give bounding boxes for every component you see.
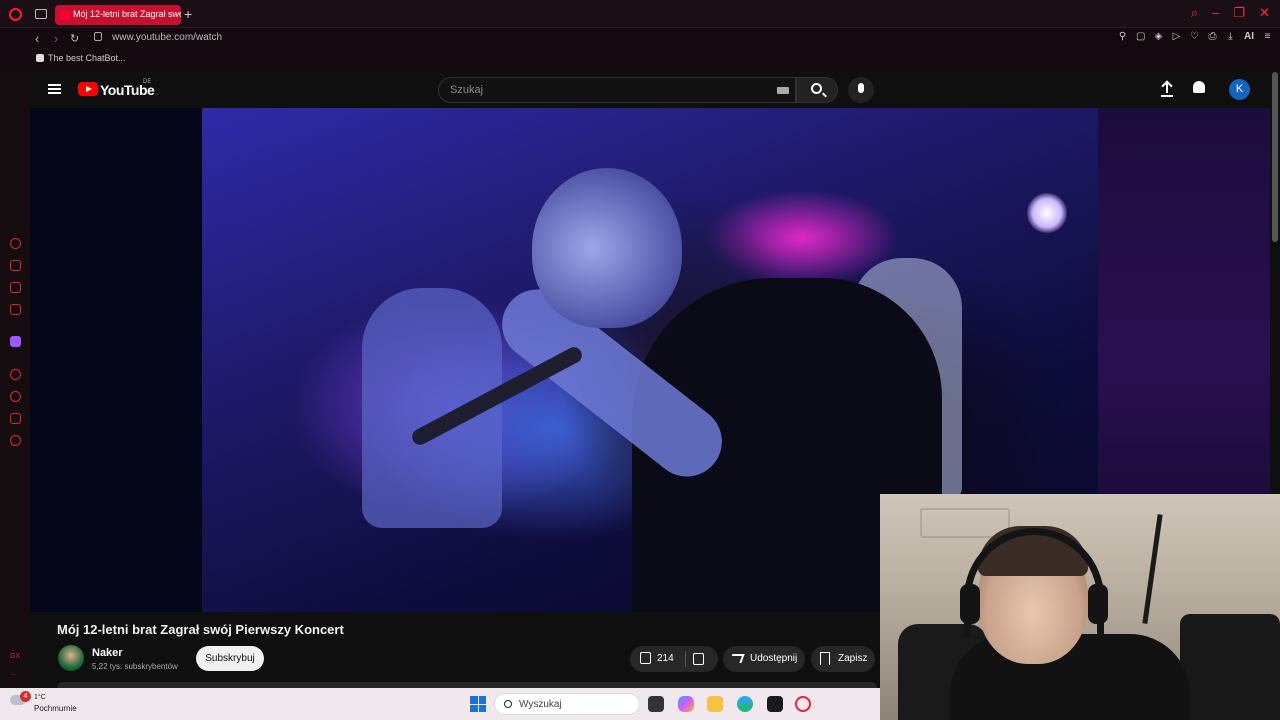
maximize-icon[interactable]: ❐	[1233, 5, 1245, 21]
notification-badge: 4	[20, 691, 31, 702]
opera-sidebar: GX ...	[0, 68, 30, 688]
webcam-mic-arm	[1142, 514, 1163, 624]
play-circle-icon[interactable]	[10, 369, 21, 380]
keyboard-icon[interactable]	[777, 87, 789, 94]
country-code: DE	[143, 79, 152, 85]
bookmark-label: The best ChatBot...	[48, 53, 126, 63]
back-icon[interactable]: ‹	[35, 31, 39, 46]
save-label: Zapisz	[838, 653, 868, 664]
url-field[interactable]: www.youtube.com/watch	[112, 32, 222, 43]
new-tab-button[interactable]: +	[184, 6, 192, 22]
tab-title: Mój 12-letni brat Zagrał swój Pierwszy K…	[73, 9, 181, 19]
video-title: Mój 12-letni brat Zagrał swój Pierwszy K…	[57, 622, 344, 637]
divider	[685, 651, 686, 667]
settings-icon[interactable]	[10, 435, 21, 446]
subscribe-button[interactable]: Subskrybuj	[196, 646, 264, 671]
copilot-icon[interactable]	[678, 696, 694, 712]
shield-icon[interactable]: ◈	[1154, 31, 1163, 42]
webcam-chair	[1180, 614, 1280, 720]
bookmark-icon[interactable]: ▢	[1136, 31, 1145, 42]
heart-icon[interactable]: ♡	[1190, 31, 1199, 42]
weather-description[interactable]: Pochmurnie	[34, 704, 77, 713]
sidebar-more-icon[interactable]: ...	[10, 670, 16, 677]
address-bar: ‹ › ↻ www.youtube.com/watch ⚲ ▢ ◈ ▷ ♡ ⎙ …	[0, 28, 1280, 50]
bag-icon[interactable]	[10, 260, 21, 271]
youtube-logo-icon[interactable]	[78, 82, 98, 96]
chatbot-icon	[36, 54, 44, 62]
share-label: Udostępnij	[750, 653, 798, 664]
pin-icon[interactable]: ⚲	[1118, 31, 1127, 42]
browser-tab-bar: Mój 12-letni brat Zagrał swój Pierwszy K…	[0, 0, 1280, 28]
bookmark-chatbot[interactable]: The best ChatBot...	[36, 53, 126, 63]
tab-islands-icon[interactable]	[35, 9, 47, 19]
like-icon[interactable]	[640, 652, 651, 664]
toolbar-icons: ⚲ ▢ ◈ ▷ ♡ ⎙ ⤓ AI ≡	[1118, 31, 1272, 42]
file-explorer-icon[interactable]	[707, 696, 723, 712]
opera-logo-icon[interactable]	[9, 8, 22, 21]
search-icon	[504, 700, 512, 708]
search-button[interactable]	[796, 77, 838, 103]
browser-tab-active[interactable]: Mój 12-letni brat Zagrał swój Pierwszy K…	[55, 5, 181, 25]
search-icon	[811, 83, 822, 94]
bookmark-save-icon	[820, 652, 830, 665]
headset-earcup	[1088, 584, 1108, 624]
gx-label[interactable]: GX	[10, 653, 20, 660]
menu-icon[interactable]: ≡	[1263, 31, 1272, 42]
dislike-icon[interactable]	[693, 653, 704, 665]
snapshot-icon[interactable]: ⎙	[1208, 31, 1217, 42]
video-scene-head	[532, 168, 682, 328]
page-scrollbar[interactable]	[1272, 72, 1278, 242]
aria-ai-button[interactable]: AI	[1244, 31, 1254, 42]
account-avatar[interactable]: K	[1229, 79, 1250, 100]
aria-icon[interactable]	[10, 238, 21, 249]
bookmarks-bar: The best ChatBot...	[0, 50, 1280, 68]
task-view-icon[interactable]	[648, 696, 664, 712]
save-button[interactable]: Zapisz	[811, 646, 875, 672]
channel-name[interactable]: Naker	[92, 647, 123, 659]
twitch-icon[interactable]	[10, 336, 21, 347]
close-icon[interactable]: ✕	[1259, 5, 1270, 21]
opera-gx-taskbar-icon[interactable]	[795, 696, 811, 712]
taskbar-search-placeholder: Wyszukaj	[519, 699, 562, 710]
lock-icon	[94, 32, 102, 41]
taskbar-search-input[interactable]: Wyszukaj	[494, 693, 640, 715]
create-upload-icon[interactable]	[1160, 81, 1174, 97]
share-button[interactable]: Udostępnij	[723, 646, 805, 672]
play-icon[interactable]: ▷	[1172, 31, 1181, 42]
news-icon[interactable]	[10, 304, 21, 315]
channel-avatar[interactable]	[58, 645, 84, 671]
like-dislike-group: 214	[630, 646, 718, 672]
webcam-overlay	[880, 494, 1280, 720]
windows-start-icon[interactable]	[470, 696, 486, 712]
like-count[interactable]: 214	[657, 653, 674, 664]
subscriber-count: 5,22 tys. subskrybentów	[92, 662, 178, 671]
youtube-header: YouTube DE Szukaj K	[30, 68, 1270, 110]
android-app-icon[interactable]	[767, 696, 783, 712]
edge-browser-icon[interactable]	[737, 696, 753, 712]
notifications-bell-icon[interactable]	[1193, 81, 1205, 93]
share-icon	[729, 654, 745, 663]
weather-temperature[interactable]: 1°C	[34, 694, 46, 701]
search-placeholder: Szukaj	[450, 84, 484, 96]
reload-icon[interactable]: ↻	[70, 32, 79, 45]
download-icon[interactable]: ⤓	[1226, 31, 1235, 42]
history-icon[interactable]	[10, 391, 21, 402]
hamburger-menu-icon[interactable]	[48, 84, 61, 94]
search-input[interactable]: Szukaj	[438, 77, 796, 103]
windows-taskbar: 4 1°C Pochmurnie Wyszukaj	[0, 688, 880, 720]
extensions-icon[interactable]	[10, 413, 21, 424]
player-icon[interactable]	[10, 282, 21, 293]
window-controls: ⌕ – ❐ ✕	[1191, 5, 1270, 21]
voice-search-mic-icon[interactable]	[848, 77, 874, 103]
youtube-favicon-icon	[60, 10, 70, 20]
headset-earcup	[960, 584, 980, 624]
search-tabs-icon[interactable]: ⌕	[1191, 5, 1198, 21]
disco-ball-light	[1027, 193, 1067, 233]
minimize-icon[interactable]: –	[1212, 5, 1219, 21]
forward-icon[interactable]: ›	[54, 31, 58, 46]
